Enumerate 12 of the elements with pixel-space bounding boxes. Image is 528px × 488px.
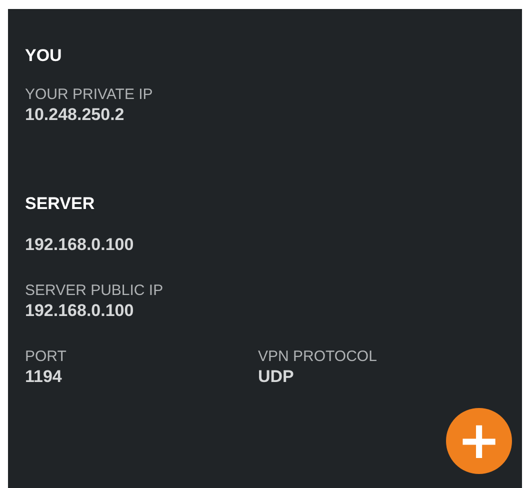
- section-title: SERVER: [25, 194, 96, 214]
- field-label: YOUR PRIVATE IP: [25, 86, 154, 104]
- field-value: UDP: [258, 366, 295, 388]
- field-value: 192.168.0.100: [25, 300, 135, 322]
- field-label: SERVER PUBLIC IP: [25, 282, 164, 300]
- field-value: 192.168.0.100: [25, 234, 135, 256]
- add-button[interactable]: +: [446, 408, 512, 474]
- section-title: YOU: [25, 46, 63, 66]
- field-value: 1194: [25, 366, 63, 388]
- field-label: PORT: [25, 348, 68, 366]
- field-value: 10.248.250.2: [25, 104, 126, 126]
- field-label: VPN PROTOCOL: [258, 348, 378, 366]
